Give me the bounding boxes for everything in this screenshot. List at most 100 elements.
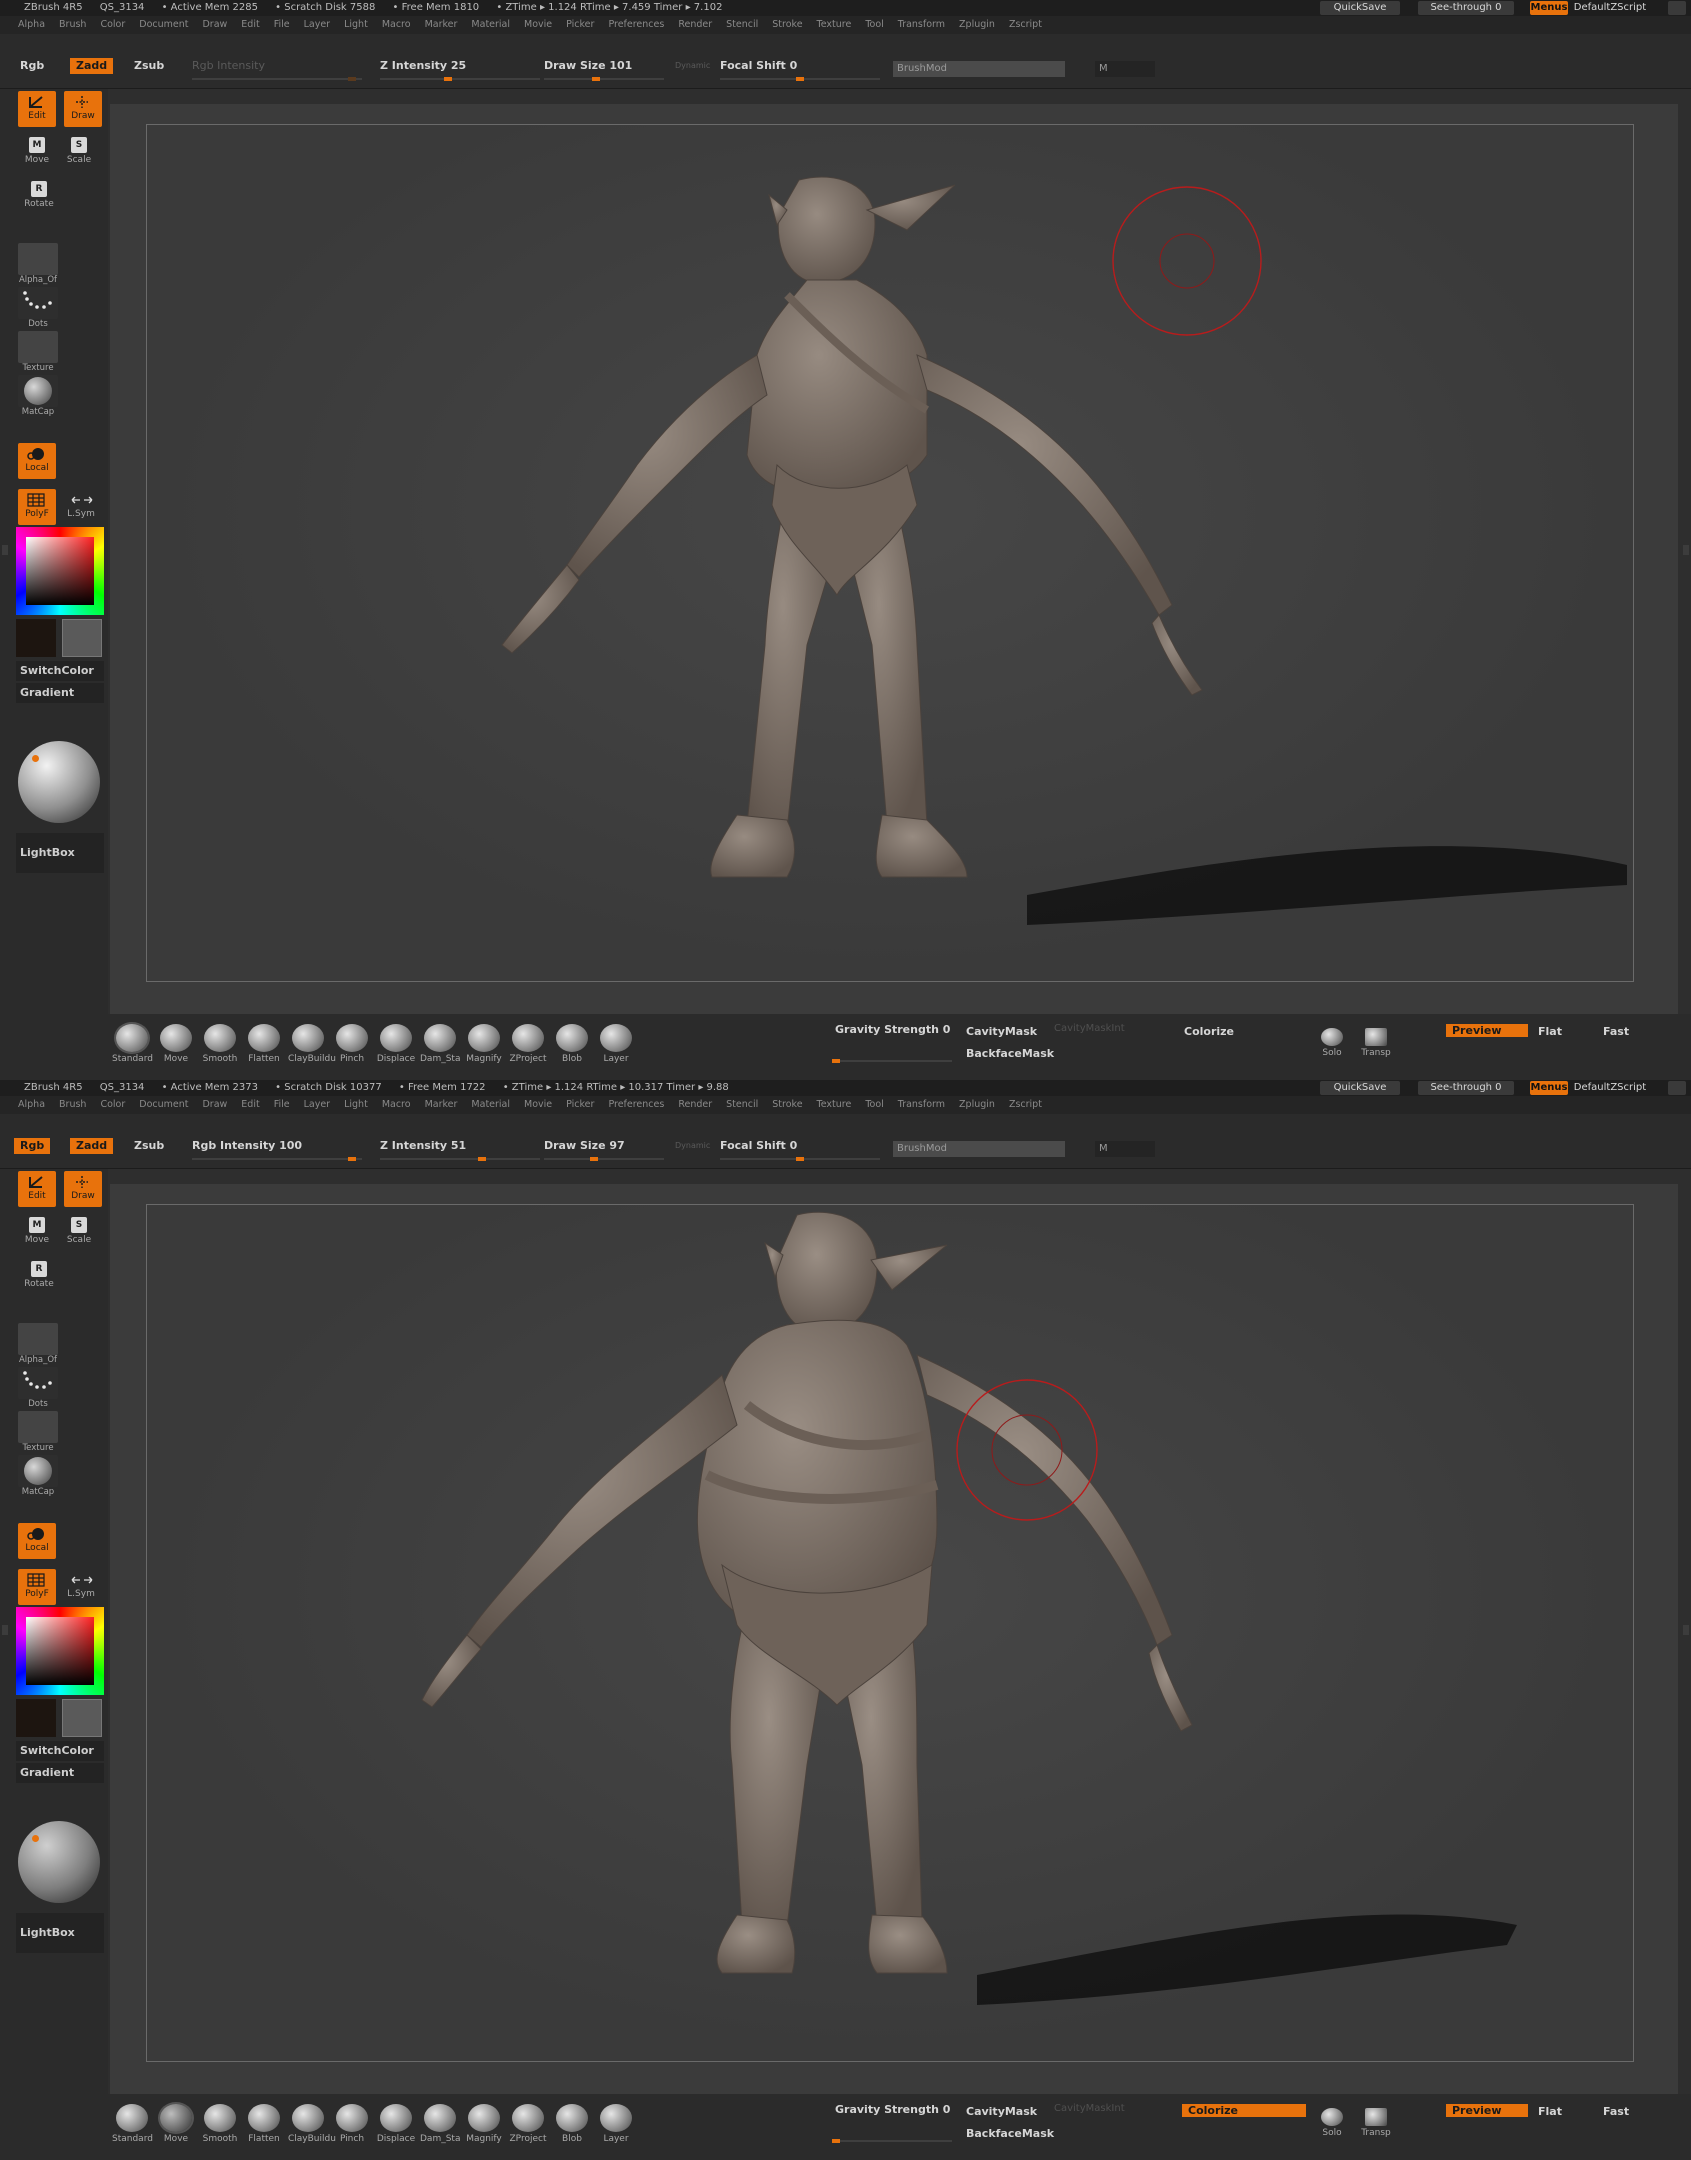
brush-blob[interactable]: Blob: [552, 1024, 592, 1064]
cavitymask-toggle[interactable]: CavityMask: [966, 2105, 1037, 2118]
menu-file[interactable]: File: [274, 16, 290, 34]
zsub-toggle[interactable]: Zsub: [134, 58, 164, 74]
menu-zscript[interactable]: Zscript: [1009, 1096, 1042, 1114]
polyf-button[interactable]: PolyF: [18, 489, 56, 525]
brush-blob[interactable]: Blob: [552, 2104, 592, 2144]
backfacemask-toggle[interactable]: BackfaceMask: [966, 2127, 1054, 2140]
gravity-strength-knob[interactable]: [832, 1059, 840, 1063]
lsym-button[interactable]: L.Sym: [62, 1569, 100, 1605]
lsym-button[interactable]: L.Sym: [62, 489, 100, 525]
m-field[interactable]: M: [1095, 61, 1155, 77]
menu-transform[interactable]: Transform: [898, 16, 945, 34]
dynamic-toggle[interactable]: Dynamic: [675, 1138, 710, 1154]
window-control-icon[interactable]: [1668, 1, 1686, 15]
draw-size-slider[interactable]: Draw Size 101: [544, 58, 632, 74]
brush-damstandard[interactable]: Dam_Sta: [420, 2104, 460, 2144]
menus-button[interactable]: Menus: [1530, 1, 1568, 15]
menus-button[interactable]: Menus: [1530, 1081, 1568, 1095]
move-button[interactable]: M Move: [18, 133, 56, 169]
lightbox-button[interactable]: LightBox: [16, 833, 104, 873]
menu-zscript[interactable]: Zscript: [1009, 16, 1042, 34]
draw-button[interactable]: Draw: [64, 1171, 102, 1207]
z-intensity-track[interactable]: [380, 1157, 540, 1161]
switchcolor-button[interactable]: SwitchColor: [16, 661, 104, 681]
transp-button[interactable]: Transp: [1358, 2108, 1394, 2138]
menu-marker[interactable]: Marker: [425, 16, 458, 34]
zadd-toggle[interactable]: Zadd: [70, 1138, 114, 1154]
brush-flatten[interactable]: Flatten: [244, 1024, 284, 1064]
menu-movie[interactable]: Movie: [524, 16, 552, 34]
menu-layer[interactable]: Layer: [304, 16, 331, 34]
menu-alpha[interactable]: Alpha: [18, 1096, 45, 1114]
menu-light[interactable]: Light: [344, 1096, 368, 1114]
left-tray-arrow[interactable]: [2, 545, 8, 555]
menu-light[interactable]: Light: [344, 16, 368, 34]
rgb-intensity-track[interactable]: [192, 1157, 362, 1161]
light-position-dot[interactable]: [32, 1835, 39, 1842]
rgb-intensity-slider[interactable]: Rgb Intensity: [192, 58, 265, 74]
focal-shift-track[interactable]: [720, 1157, 880, 1161]
see-through-slider[interactable]: See-through 0: [1418, 1081, 1514, 1095]
transp-button[interactable]: Transp: [1358, 1028, 1394, 1058]
3d-viewport[interactable]: [146, 124, 1634, 982]
stroke-slot[interactable]: [18, 287, 58, 319]
menu-stroke[interactable]: Stroke: [772, 16, 802, 34]
menu-stencil[interactable]: Stencil: [726, 16, 758, 34]
brush-claybuildup[interactable]: ClayBuildu: [288, 1024, 336, 1064]
color-picker-square[interactable]: [26, 537, 94, 605]
rgb-toggle[interactable]: Rgb: [14, 1138, 51, 1154]
right-tray-arrow[interactable]: [1683, 545, 1689, 555]
goblin-model-slim[interactable]: [147, 125, 1633, 981]
menu-file[interactable]: File: [274, 1096, 290, 1114]
gravity-strength-track[interactable]: [832, 2139, 952, 2143]
cavitymaskint-slider[interactable]: CavityMaskInt: [1054, 1023, 1125, 1034]
brushmod-field[interactable]: BrushMod: [893, 1141, 1065, 1157]
brushmod-field[interactable]: BrushMod: [893, 61, 1065, 77]
focal-shift-knob[interactable]: [796, 77, 804, 81]
gravity-strength-track[interactable]: [832, 1059, 952, 1063]
menu-edit[interactable]: Edit: [241, 1096, 259, 1114]
main-color-swatch[interactable]: [16, 619, 56, 657]
menu-color[interactable]: Color: [100, 1096, 125, 1114]
cavitymask-toggle[interactable]: CavityMask: [966, 1025, 1037, 1038]
color-picker[interactable]: [16, 1607, 104, 1695]
local-button[interactable]: Local: [18, 443, 56, 479]
focal-shift-slider[interactable]: Focal Shift 0: [720, 58, 797, 74]
draw-size-track[interactable]: [544, 77, 664, 81]
menu-material[interactable]: Material: [471, 1096, 510, 1114]
draw-button[interactable]: Draw: [64, 91, 102, 127]
texture-slot[interactable]: [18, 331, 58, 363]
draw-size-track[interactable]: [544, 1157, 664, 1161]
fast-button[interactable]: Fast: [1603, 1025, 1629, 1038]
m-field[interactable]: M: [1095, 1141, 1155, 1157]
brush-smooth[interactable]: Smooth: [200, 1024, 240, 1064]
z-intensity-knob[interactable]: [478, 1157, 486, 1161]
menu-brush[interactable]: Brush: [59, 1096, 86, 1114]
switchcolor-button[interactable]: SwitchColor: [16, 1741, 104, 1761]
menu-marker[interactable]: Marker: [425, 1096, 458, 1114]
3d-viewport[interactable]: [146, 1204, 1634, 2062]
menu-draw[interactable]: Draw: [202, 16, 227, 34]
right-tray-arrow[interactable]: [1683, 1625, 1689, 1635]
rgb-intensity-slider[interactable]: Rgb Intensity 100: [192, 1138, 302, 1154]
brush-magnify[interactable]: Magnify: [464, 2104, 504, 2144]
left-tray-arrow[interactable]: [2, 1625, 8, 1635]
brush-claybuildup[interactable]: ClayBuildu: [288, 2104, 336, 2144]
menu-macro[interactable]: Macro: [382, 1096, 411, 1114]
menu-tool[interactable]: Tool: [865, 1096, 883, 1114]
rgb-intensity-knob[interactable]: [348, 1157, 356, 1161]
solo-button[interactable]: Solo: [1314, 2108, 1350, 2138]
matcap-slot[interactable]: [18, 1455, 58, 1487]
backfacemask-toggle[interactable]: BackfaceMask: [966, 1047, 1054, 1060]
cavitymaskint-slider[interactable]: CavityMaskInt: [1054, 2103, 1125, 2114]
matcap-slot[interactable]: [18, 375, 58, 407]
menu-preferences[interactable]: Preferences: [608, 1096, 664, 1114]
rgb-intensity-knob[interactable]: [348, 77, 356, 81]
preview-button[interactable]: Preview: [1446, 2104, 1528, 2117]
zadd-toggle[interactable]: Zadd: [70, 58, 114, 74]
colorize-toggle[interactable]: Colorize: [1184, 1025, 1234, 1038]
brush-standard[interactable]: Standard: [112, 1024, 153, 1064]
brush-zproject[interactable]: ZProject: [508, 1024, 548, 1064]
menu-brush[interactable]: Brush: [59, 16, 86, 34]
z-intensity-track[interactable]: [380, 77, 540, 81]
